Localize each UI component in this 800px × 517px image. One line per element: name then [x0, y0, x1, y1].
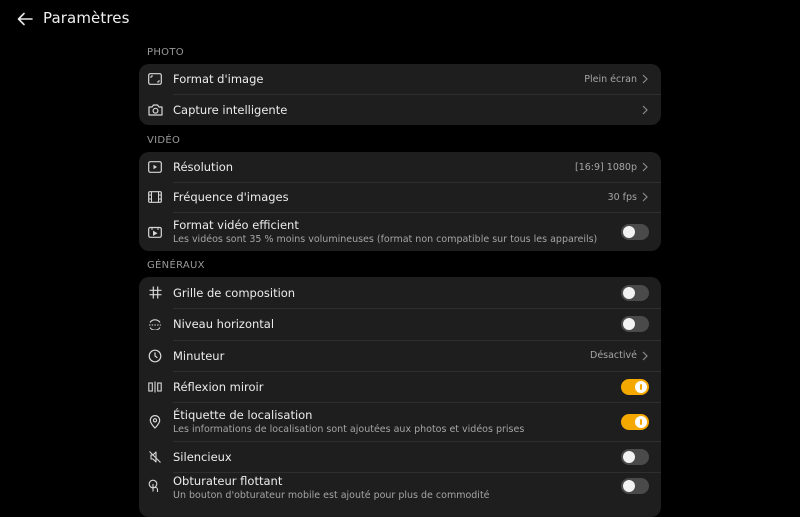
mirror-toggle[interactable]: [621, 378, 649, 395]
floating-shutter-icon: [147, 478, 163, 494]
grid-icon: [147, 285, 163, 301]
setting-label: Silencieux: [173, 449, 232, 464]
toggle-knob: [635, 415, 647, 428]
floating-shutter-toggle[interactable]: [621, 478, 649, 494]
section-label-general: GÉNÉRAUX: [147, 260, 205, 271]
setting-grid[interactable]: Grille de composition: [139, 277, 661, 308]
setting-label: Format d'image: [173, 72, 264, 86]
setting-resolution[interactable]: Résolution [16:9] 1080p: [139, 152, 661, 182]
toggle-knob: [623, 286, 635, 299]
mirror-icon: [147, 379, 163, 395]
setting-smart-capture[interactable]: Capture intelligente: [139, 94, 661, 125]
setting-value: [16:9] 1080p: [575, 161, 637, 173]
setting-label: Résolution: [173, 160, 234, 174]
toggle-knob: [623, 225, 635, 238]
efficient-video-icon: [147, 224, 163, 240]
toggle-knob: [623, 450, 635, 463]
back-button[interactable]: [14, 8, 36, 30]
setting-floating-shutter[interactable]: Obturateur flottant Un bouton d'obturate…: [139, 472, 661, 517]
setting-value: Plein écran: [584, 73, 637, 85]
chevron-right-icon: [641, 74, 649, 84]
setting-label: Niveau horizontal: [173, 317, 275, 331]
app-header: Paramètres: [0, 0, 800, 38]
setting-mirror[interactable]: Réflexion miroir: [139, 371, 661, 402]
setting-horizontal-level[interactable]: Niveau horizontal: [139, 308, 661, 340]
page-title: Paramètres: [43, 9, 130, 27]
setting-label: Format vidéo efficient: [173, 218, 299, 232]
setting-silent[interactable]: Silencieux: [139, 441, 661, 472]
silent-toggle[interactable]: [621, 448, 649, 465]
card-video: Résolution [16:9] 1080p Fréquence d'imag…: [139, 152, 661, 251]
setting-label: Réflexion miroir: [173, 379, 264, 394]
setting-description: Les vidéos sont 35 % moins volumineuses …: [173, 234, 598, 245]
camera-icon: [147, 102, 163, 118]
timer-icon: [147, 348, 163, 364]
setting-value: Désactivé: [590, 350, 637, 361]
section-label-video: VIDÉO: [147, 135, 181, 146]
film-icon: [147, 189, 163, 205]
setting-efficient-video[interactable]: Format vidéo efficient Les vidéos sont 3…: [139, 212, 661, 251]
toggle-knob: [623, 480, 635, 492]
video-resolution-icon: [147, 159, 163, 175]
efficient-video-toggle[interactable]: [621, 223, 649, 240]
setting-timer[interactable]: Minuteur Désactivé: [139, 340, 661, 371]
setting-aspect-ratio[interactable]: Format d'image Plein écran: [139, 64, 661, 94]
card-general: Grille de composition Niveau horizontal …: [139, 277, 661, 517]
setting-location-tag[interactable]: Étiquette de localisation Les informatio…: [139, 402, 661, 441]
setting-frame-rate[interactable]: Fréquence d'images 30 fps: [139, 182, 661, 212]
setting-value: 30 fps: [607, 191, 637, 203]
chevron-right-icon: [641, 351, 649, 361]
level-icon: [147, 316, 163, 332]
grid-toggle[interactable]: [621, 284, 649, 301]
arrow-left-icon: [17, 12, 33, 26]
setting-label: Obturateur flottant: [173, 474, 283, 488]
toggle-knob: [635, 380, 647, 393]
location-pin-icon: [147, 414, 163, 430]
chevron-right-icon: [641, 192, 649, 202]
horizontal-level-toggle[interactable]: [621, 316, 649, 332]
setting-label: Étiquette de localisation: [173, 408, 313, 422]
aspect-ratio-icon: [147, 71, 163, 87]
card-photo: Format d'image Plein écran Capture intel…: [139, 64, 661, 125]
setting-label: Capture intelligente: [173, 102, 288, 117]
setting-label: Minuteur: [173, 348, 225, 363]
setting-label: Grille de composition: [173, 285, 296, 300]
location-tag-toggle[interactable]: [621, 413, 649, 430]
mute-icon: [147, 449, 163, 465]
chevron-right-icon: [641, 162, 649, 172]
setting-description: Un bouton d'obturateur mobile est ajouté…: [173, 490, 490, 501]
toggle-knob: [623, 318, 635, 330]
section-label-photo: PHOTO: [147, 47, 184, 58]
setting-label: Fréquence d'images: [173, 190, 289, 204]
chevron-right-icon: [641, 105, 649, 115]
setting-description: Les informations de localisation sont aj…: [173, 424, 525, 435]
